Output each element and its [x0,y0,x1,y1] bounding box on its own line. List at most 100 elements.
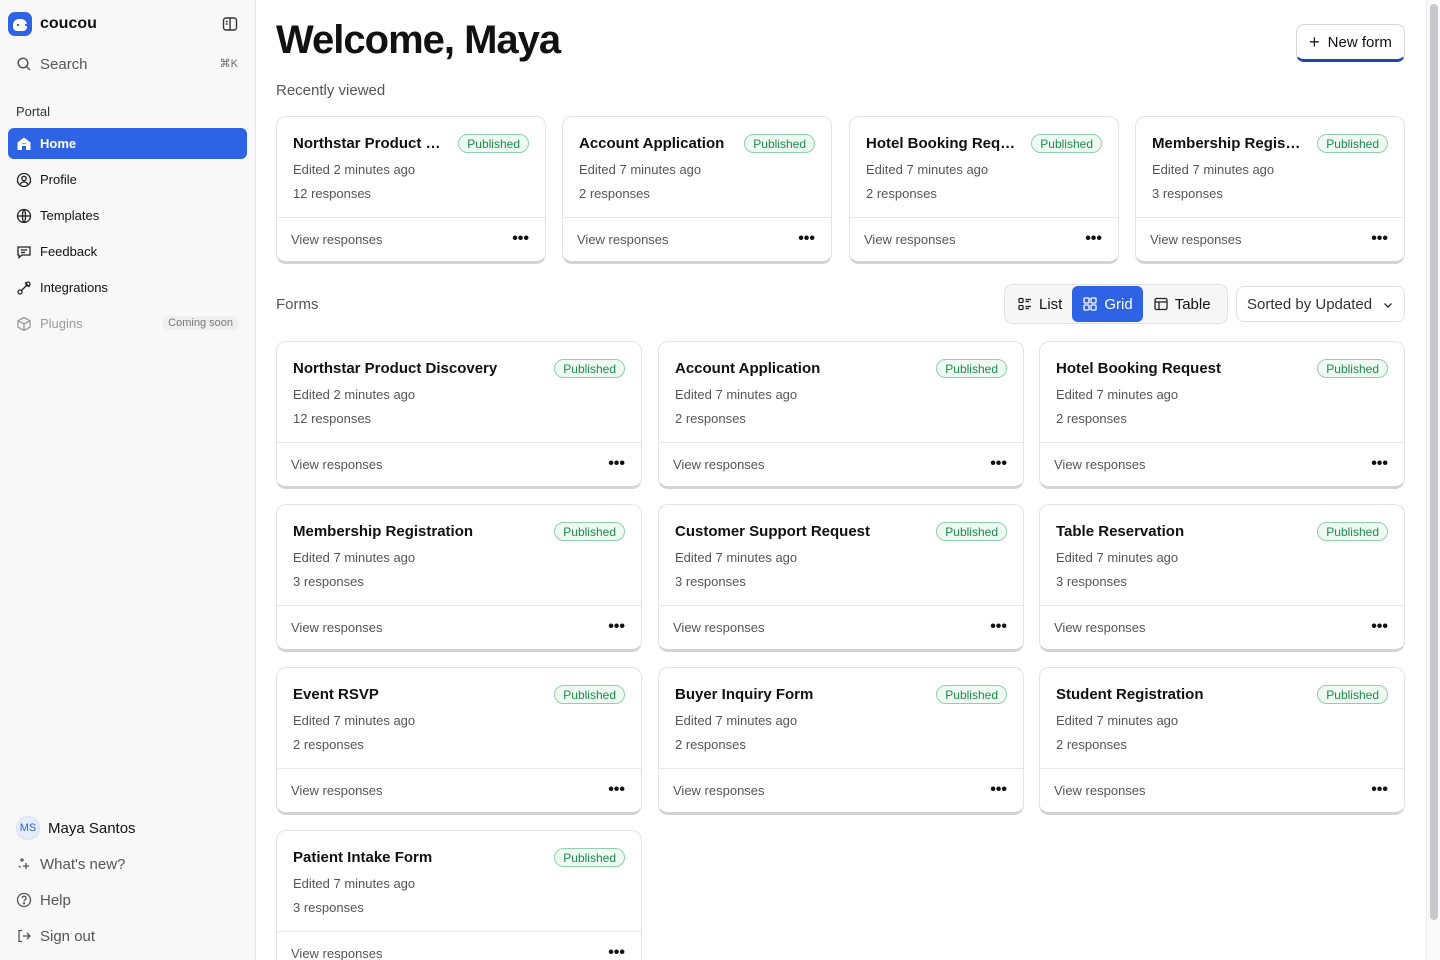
form-card[interactable]: Membership Registration Published Edited 7… [276,504,642,652]
more-options-icon[interactable]: ••• [990,782,1007,798]
form-title[interactable]: Membership Registration [1152,135,1302,152]
view-responses-link[interactable]: View responses [864,232,956,247]
whats-new-link[interactable]: What's new? [8,848,247,880]
view-responses-link[interactable]: View responses [577,232,669,247]
view-grid-button[interactable]: Grid [1072,286,1143,322]
view-list-button[interactable]: List [1007,286,1072,322]
view-responses-link[interactable]: View responses [291,232,383,247]
card-divider [659,442,1023,443]
sidebar-item-home[interactable]: Home [8,128,247,159]
brand[interactable]: coucou [8,12,97,36]
form-card[interactable]: Membership Registration Published Edited 7… [1135,116,1405,264]
form-card[interactable]: Northstar Product Discovery Published Edit… [276,341,642,489]
plug-icon [17,280,31,295]
form-title[interactable]: Account Application [579,135,724,152]
response-count: 2 responses [579,186,650,201]
form-card[interactable]: Hotel Booking Request Published Edited 7 m… [1039,341,1405,489]
view-grid-label: Grid [1104,295,1133,313]
form-card[interactable]: Northstar Product Discovery Published Edit… [276,116,546,264]
sidebar-toggle-icon[interactable] [222,16,238,32]
card-divider [277,217,545,218]
card-divider [277,931,641,932]
form-title[interactable]: Customer Support Request [675,523,870,540]
form-title[interactable]: Membership Registration [293,523,473,540]
form-card[interactable]: Student Registration Published Edited 7 mi… [1039,667,1405,815]
view-responses-link[interactable]: View responses [673,457,765,472]
sidebar-item-label: Profile [40,172,77,187]
form-card[interactable]: Patient Intake Form Published Edited 7 min… [276,830,642,960]
more-options-icon[interactable]: ••• [1371,619,1388,635]
form-title[interactable]: Buyer Inquiry Form [675,686,813,703]
form-card[interactable]: Customer Support Request Published Edited … [658,504,1024,652]
more-options-icon[interactable]: ••• [512,231,529,247]
sidebar-item-label: Home [40,136,77,151]
more-options-icon[interactable]: ••• [1371,782,1388,798]
form-card[interactable]: Hotel Booking Request Published Edited 7 m… [849,116,1119,264]
view-table-button[interactable]: Table [1143,286,1221,322]
view-responses-link[interactable]: View responses [1054,620,1146,635]
more-options-icon[interactable]: ••• [798,231,815,247]
edited-time: Edited 7 minutes ago [866,162,989,177]
view-responses-link[interactable]: View responses [1054,783,1146,798]
sidebar: coucou Search ⌘K Portal Home Profile Tem… [0,0,256,960]
help-link[interactable]: Help [8,884,247,916]
status-badge: Published [1317,522,1388,541]
form-card[interactable]: Account Application Published Edited 7 min… [658,341,1024,489]
more-options-icon[interactable]: ••• [1085,231,1102,247]
view-responses-link[interactable]: View responses [1150,232,1242,247]
sparkle-icon [18,858,29,869]
sidebar-item-integrations[interactable]: Integrations [8,272,247,303]
coming-soon-badge: Coming soon [162,316,239,330]
view-responses-link[interactable]: View responses [673,620,765,635]
search-button[interactable]: Search ⌘K [8,50,246,78]
sign-out-link[interactable]: Sign out [8,920,247,952]
view-responses-link[interactable]: View responses [291,946,383,960]
more-options-icon[interactable]: ••• [608,456,625,472]
grid-icon [1083,297,1097,311]
view-responses-link[interactable]: View responses [673,783,765,798]
user-menu[interactable]: MS Maya Santos [8,812,247,844]
form-title[interactable]: Patient Intake Form [293,849,432,866]
form-card[interactable]: Account Application Published Edited 7 min… [562,116,832,264]
more-options-icon[interactable]: ••• [608,782,625,798]
status-badge: Published [936,359,1007,378]
form-card[interactable]: Event RSVP Published Edited 7 minutes ago 2… [276,667,642,815]
form-title[interactable]: Event RSVP [293,686,379,703]
page-title: Welcome, Maya [276,18,561,62]
new-form-button[interactable]: + New form [1296,24,1405,62]
sidebar-item-profile[interactable]: Profile [8,164,247,195]
response-count: 3 responses [293,574,364,589]
whats-new-label: What's new? [40,855,126,873]
scrollbar-thumb[interactable] [1430,4,1438,920]
more-options-icon[interactable]: ••• [1371,231,1388,247]
form-title[interactable]: Northstar Product Discovery [293,360,497,377]
view-responses-link[interactable]: View responses [291,783,383,798]
form-title[interactable]: Hotel Booking Request [866,135,1016,152]
response-count: 2 responses [675,411,746,426]
status-badge: Published [554,522,625,541]
sort-dropdown[interactable]: Sorted by Updated [1236,286,1405,322]
sidebar-item-label: Templates [40,208,100,223]
sidebar-item-feedback[interactable]: Feedback [8,236,247,267]
form-title[interactable]: Northstar Product Discovery [293,135,443,152]
form-title[interactable]: Table Reservation [1056,523,1184,540]
form-title[interactable]: Student Registration [1056,686,1204,703]
sidebar-item-templates[interactable]: Templates [8,200,247,231]
form-card[interactable]: Buyer Inquiry Form Published Edited 7 minu… [658,667,1024,815]
view-responses-link[interactable]: View responses [1054,457,1146,472]
view-responses-link[interactable]: View responses [291,457,383,472]
status-badge: Published [1317,359,1388,378]
more-options-icon[interactable]: ••• [608,619,625,635]
edited-time: Edited 7 minutes ago [293,713,416,728]
more-options-icon[interactable]: ••• [990,456,1007,472]
view-responses-link[interactable]: View responses [291,620,383,635]
more-options-icon[interactable]: ••• [1371,456,1388,472]
view-switcher: List Grid Table [1004,284,1228,324]
globe-icon [16,208,32,223]
form-title[interactable]: Account Application [675,360,820,377]
scrollbar[interactable] [1426,0,1440,960]
form-title[interactable]: Hotel Booking Request [1056,360,1221,377]
more-options-icon[interactable]: ••• [608,945,625,960]
form-card[interactable]: Table Reservation Published Edited 7 minut… [1039,504,1405,652]
more-options-icon[interactable]: ••• [990,619,1007,635]
